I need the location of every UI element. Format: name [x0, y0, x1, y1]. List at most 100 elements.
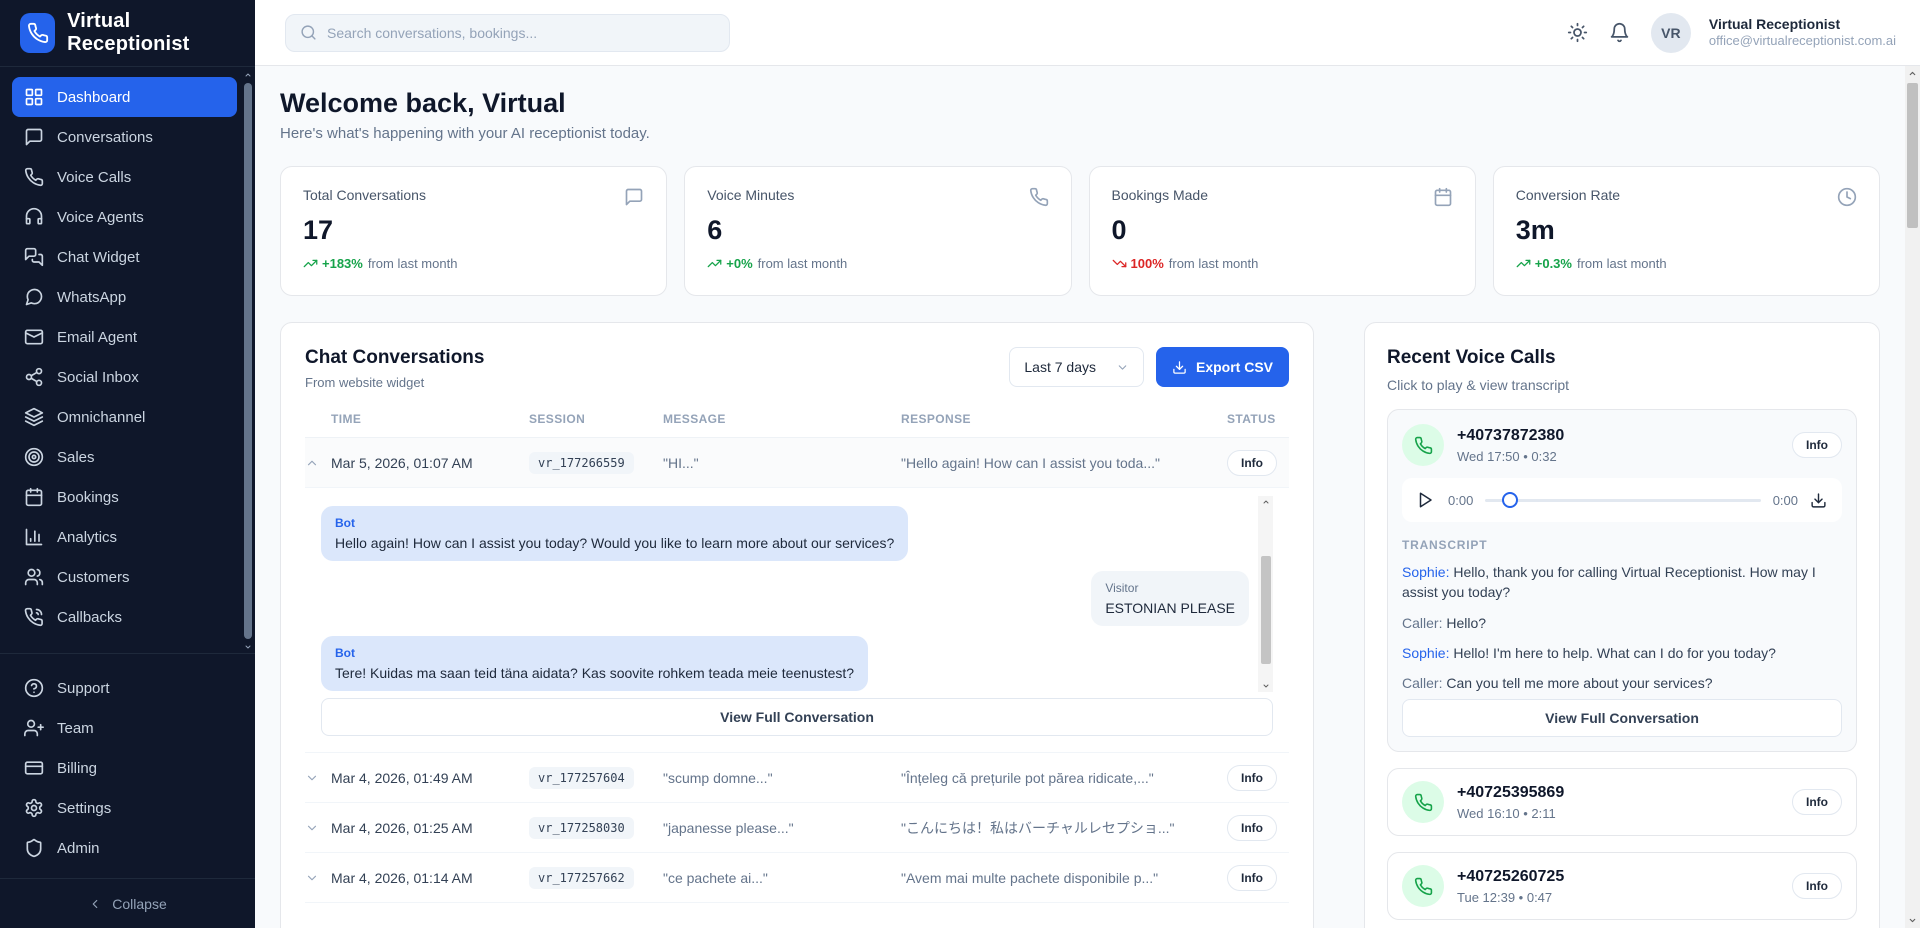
- chat-scrollbar[interactable]: [1258, 496, 1273, 692]
- bubble-text: ESTONIAN PLEASE: [1105, 600, 1235, 616]
- sidebar-item-voice-agents[interactable]: Voice Agents: [12, 197, 237, 237]
- sidebar-item-sales[interactable]: Sales: [12, 437, 237, 477]
- sidebar-item-label: WhatsApp: [57, 289, 126, 306]
- info-button[interactable]: Info: [1227, 450, 1277, 476]
- page-scrollbar-thumb[interactable]: [1907, 83, 1918, 228]
- sidebar-item-dashboard[interactable]: Dashboard: [12, 77, 237, 117]
- stat-label: Conversion Rate: [1516, 187, 1620, 203]
- messages-icon: [24, 247, 44, 267]
- chevron-down-icon[interactable]: [305, 771, 331, 785]
- info-button[interactable]: Info: [1792, 789, 1842, 815]
- voice-call-item[interactable]: +40737872380 Wed 17:50 • 0:32 Info 0:00 …: [1387, 409, 1857, 752]
- row-message: "ce pachete ai...": [663, 870, 901, 886]
- info-button[interactable]: Info: [1792, 873, 1842, 899]
- info-button[interactable]: Info: [1227, 815, 1277, 841]
- player-seek-slider[interactable]: [1485, 492, 1760, 508]
- stat-delta-suffix: from last month: [1577, 256, 1667, 271]
- info-button[interactable]: Info: [1792, 432, 1842, 458]
- sidebar-item-whatsapp[interactable]: WhatsApp: [12, 277, 237, 317]
- table-row[interactable]: Mar 5, 2026, 01:07 AM vr_177266559 "HI..…: [305, 438, 1289, 488]
- transcript-text: Can you tell me more about your services…: [1446, 675, 1712, 691]
- sidebar-item-label: Social Inbox: [57, 369, 139, 386]
- date-range-select[interactable]: Last 7 days: [1009, 347, 1144, 387]
- chevron-up-icon[interactable]: [305, 456, 331, 470]
- chat-scrollbar-thumb[interactable]: [1261, 556, 1271, 664]
- scroll-down-icon[interactable]: [1261, 680, 1271, 692]
- voice-call-item[interactable]: +40725395869 Wed 16:10 • 2:11 Info: [1387, 768, 1857, 836]
- mail-icon: [24, 327, 44, 347]
- player-knob[interactable]: [1502, 492, 1518, 508]
- sidebar-item-bookings[interactable]: Bookings: [12, 477, 237, 517]
- clock-icon: [1837, 187, 1857, 207]
- table-row[interactable]: Mar 4, 2026, 01:14 AM vr_177257662 "ce p…: [305, 853, 1289, 903]
- target-icon: [24, 447, 44, 467]
- sidebar-item-settings[interactable]: Settings: [12, 788, 237, 828]
- sidebar-item-callbacks[interactable]: Callbacks: [12, 597, 237, 637]
- sidebar-item-chat-widget[interactable]: Chat Widget: [12, 237, 237, 277]
- view-full-conversation-button[interactable]: View Full Conversation: [321, 698, 1273, 736]
- message-square-icon: [24, 127, 44, 147]
- scroll-up-icon[interactable]: [1907, 66, 1918, 81]
- row-time: Mar 4, 2026, 01:14 AM: [331, 870, 529, 886]
- scroll-down-icon[interactable]: [243, 641, 253, 653]
- sidebar-primary-nav: Dashboard Conversations Voice Calls Voic…: [0, 67, 255, 643]
- sidebar-item-social-inbox[interactable]: Social Inbox: [12, 357, 237, 397]
- stat-delta: +0%: [726, 256, 752, 271]
- call-number: +40725260725: [1457, 868, 1564, 886]
- chevron-down-icon: [1116, 361, 1129, 374]
- audio-player: 0:00 0:00: [1402, 478, 1842, 522]
- page-scrollbar[interactable]: [1905, 66, 1920, 928]
- sidebar-scrollbar[interactable]: [240, 69, 255, 653]
- notifications-button[interactable]: [1609, 21, 1633, 45]
- search-input[interactable]: [327, 25, 715, 41]
- voice-call-item[interactable]: +40725260725 Tue 12:39 • 0:47 Info: [1387, 852, 1857, 920]
- info-button[interactable]: Info: [1227, 765, 1277, 791]
- main-content: Welcome back, Virtual Here's what's happ…: [255, 66, 1920, 928]
- scroll-down-icon[interactable]: [1907, 913, 1918, 928]
- scroll-up-icon[interactable]: [243, 69, 253, 81]
- phone-icon: [1029, 187, 1049, 207]
- phone-icon: [27, 22, 49, 44]
- table-row[interactable]: Mar 4, 2026, 01:25 AM vr_177258030 "japa…: [305, 803, 1289, 853]
- chevron-down-icon[interactable]: [305, 871, 331, 885]
- view-full-conversation-button[interactable]: View Full Conversation: [1402, 699, 1842, 737]
- row-response: "Hello again! How can I assist you toda.…: [901, 455, 1227, 471]
- users-icon: [24, 567, 44, 587]
- sidebar-item-label: Bookings: [57, 489, 119, 506]
- chat-messages-area[interactable]: Bot Hello again! How can I assist you to…: [321, 496, 1273, 692]
- sidebar-item-label: Admin: [57, 840, 100, 857]
- phone-call-icon: [24, 607, 44, 627]
- sidebar-item-voice-calls[interactable]: Voice Calls: [12, 157, 237, 197]
- theme-toggle-button[interactable]: [1567, 21, 1591, 45]
- sidebar-item-email-agent[interactable]: Email Agent: [12, 317, 237, 357]
- collapse-sidebar-button[interactable]: Collapse: [0, 878, 255, 928]
- table-row[interactable]: Mar 4, 2026, 01:49 AM vr_177257604 "scum…: [305, 753, 1289, 803]
- sidebar-scrollbar-thumb[interactable]: [244, 83, 252, 639]
- scroll-up-icon[interactable]: [1261, 496, 1271, 508]
- search-box[interactable]: [285, 14, 730, 52]
- row-message: "HI...": [663, 455, 901, 471]
- stat-delta-suffix: from last month: [368, 256, 458, 271]
- sidebar-item-billing[interactable]: Billing: [12, 748, 237, 788]
- sidebar-item-customers[interactable]: Customers: [12, 557, 237, 597]
- sidebar-item-admin[interactable]: Admin: [12, 828, 237, 868]
- info-button[interactable]: Info: [1227, 865, 1277, 891]
- chevron-down-icon[interactable]: [305, 821, 331, 835]
- sidebar-item-conversations[interactable]: Conversations: [12, 117, 237, 157]
- avatar[interactable]: VR: [1651, 13, 1691, 53]
- download-audio-button[interactable]: [1810, 491, 1828, 509]
- sidebar-item-omnichannel[interactable]: Omnichannel: [12, 397, 237, 437]
- session-badge: vr_177257604: [529, 767, 634, 789]
- sidebar-item-analytics[interactable]: Analytics: [12, 517, 237, 557]
- user-email: office@virtualreceptionist.com.ai: [1709, 33, 1896, 49]
- sidebar-item-support[interactable]: Support: [12, 668, 237, 708]
- export-csv-button[interactable]: Export CSV: [1156, 347, 1289, 387]
- user-meta: Virtual Receptionist office@virtualrecep…: [1709, 16, 1896, 50]
- play-button[interactable]: [1416, 490, 1436, 510]
- sidebar-item-label: Callbacks: [57, 609, 122, 626]
- bubble-text: Tere! Kuidas ma saan teid täna aidata? K…: [335, 665, 854, 681]
- page-subtitle: Here's what's happening with your AI rec…: [280, 125, 1880, 142]
- stat-delta-suffix: from last month: [1169, 256, 1259, 271]
- sidebar-item-team[interactable]: Team: [12, 708, 237, 748]
- player-total-time: 0:00: [1773, 493, 1798, 508]
